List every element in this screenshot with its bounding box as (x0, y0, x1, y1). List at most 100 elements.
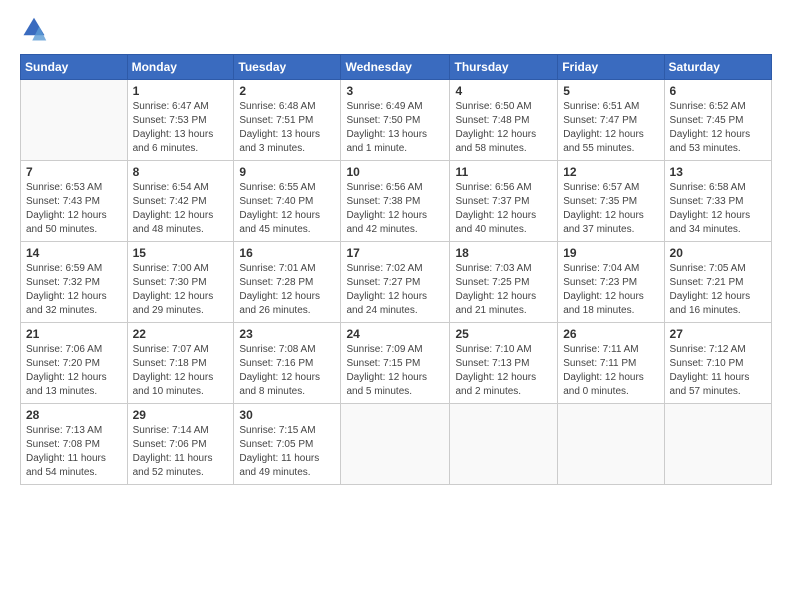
day-number: 21 (26, 327, 122, 341)
calendar-cell: 1 Sunrise: 6:47 AMSunset: 7:53 PMDaylight… (127, 80, 234, 161)
day-info: Sunrise: 6:50 AMSunset: 7:48 PMDaylight:… (455, 100, 552, 156)
weekday-header: Wednesday (341, 55, 450, 80)
calendar-cell: 12 Sunrise: 6:57 AMSunset: 7:35 PMDayligh… (558, 161, 664, 242)
day-info: Sunrise: 6:56 AMSunset: 7:38 PMDaylight:… (346, 181, 444, 237)
calendar-week: 28 Sunrise: 7:13 AMSunset: 7:08 PMDayligh… (21, 404, 772, 485)
day-number: 20 (670, 246, 766, 260)
logo (20, 16, 52, 44)
day-number: 3 (346, 84, 444, 98)
day-info: Sunrise: 6:47 AMSunset: 7:53 PMDaylight:… (133, 100, 229, 156)
day-info: Sunrise: 7:06 AMSunset: 7:20 PMDaylight:… (26, 343, 122, 399)
page: SundayMondayTuesdayWednesdayThursdayFrid… (0, 0, 792, 612)
day-info: Sunrise: 7:03 AMSunset: 7:25 PMDaylight:… (455, 262, 552, 318)
day-info: Sunrise: 7:13 AMSunset: 7:08 PMDaylight:… (26, 424, 122, 480)
day-info: Sunrise: 6:51 AMSunset: 7:47 PMDaylight:… (563, 100, 658, 156)
day-number: 14 (26, 246, 122, 260)
calendar-cell (341, 404, 450, 485)
calendar-cell: 5Sunrise: 6:51 AMSunset: 7:47 PMDaylight… (558, 80, 664, 161)
calendar-cell: 29 Sunrise: 7:14 AMSunset: 7:06 PMDayligh… (127, 404, 234, 485)
day-number: 16 (239, 246, 335, 260)
calendar-cell: 15 Sunrise: 7:00 AMSunset: 7:30 PMDayligh… (127, 242, 234, 323)
calendar-cell: 13Sunrise: 6:58 AMSunset: 7:33 PMDayligh… (664, 161, 771, 242)
day-info: Sunrise: 6:56 AMSunset: 7:37 PMDaylight:… (455, 181, 552, 237)
calendar-cell: 30Sunrise: 7:15 AMSunset: 7:05 PMDayligh… (234, 404, 341, 485)
calendar-cell: 27 Sunrise: 7:12 AMSunset: 7:10 PMDayligh… (664, 323, 771, 404)
weekday-header: Sunday (21, 55, 128, 80)
day-number: 7 (26, 165, 122, 179)
calendar-cell: 10Sunrise: 6:56 AMSunset: 7:38 PMDayligh… (341, 161, 450, 242)
calendar-cell (558, 404, 664, 485)
day-number: 15 (133, 246, 229, 260)
day-number: 11 (455, 165, 552, 179)
weekday-header: Friday (558, 55, 664, 80)
calendar-cell: 2 Sunrise: 6:48 AMSunset: 7:51 PMDaylight… (234, 80, 341, 161)
header (20, 16, 772, 44)
calendar-cell: 17 Sunrise: 7:02 AMSunset: 7:27 PMDayligh… (341, 242, 450, 323)
calendar-cell: 23 Sunrise: 7:08 AMSunset: 7:16 PMDayligh… (234, 323, 341, 404)
calendar-cell: 8 Sunrise: 6:54 AMSunset: 7:42 PMDaylight… (127, 161, 234, 242)
day-info: Sunrise: 7:12 AMSunset: 7:10 PMDaylight:… (670, 343, 766, 399)
day-info: Sunrise: 6:52 AMSunset: 7:45 PMDaylight:… (670, 100, 766, 156)
day-number: 19 (563, 246, 658, 260)
day-number: 25 (455, 327, 552, 341)
calendar-cell: 4 Sunrise: 6:50 AMSunset: 7:48 PMDaylight… (450, 80, 558, 161)
day-number: 29 (133, 408, 229, 422)
calendar-cell: 28 Sunrise: 7:13 AMSunset: 7:08 PMDayligh… (21, 404, 128, 485)
day-info: Sunrise: 6:54 AMSunset: 7:42 PMDaylight:… (133, 181, 229, 237)
day-info: Sunrise: 7:10 AMSunset: 7:13 PMDaylight:… (455, 343, 552, 399)
day-info: Sunrise: 7:11 AMSunset: 7:11 PMDaylight:… (563, 343, 658, 399)
day-number: 12 (563, 165, 658, 179)
day-info: Sunrise: 6:49 AMSunset: 7:50 PMDaylight:… (346, 100, 444, 156)
calendar-cell: 24 Sunrise: 7:09 AMSunset: 7:15 PMDayligh… (341, 323, 450, 404)
weekday-header: Tuesday (234, 55, 341, 80)
calendar-cell: 14 Sunrise: 6:59 AMSunset: 7:32 PMDayligh… (21, 242, 128, 323)
calendar-cell: 11 Sunrise: 6:56 AMSunset: 7:37 PMDayligh… (450, 161, 558, 242)
day-info: Sunrise: 7:00 AMSunset: 7:30 PMDaylight:… (133, 262, 229, 318)
day-number: 24 (346, 327, 444, 341)
calendar-cell: 22 Sunrise: 7:07 AMSunset: 7:18 PMDayligh… (127, 323, 234, 404)
weekday-header: Saturday (664, 55, 771, 80)
day-info: Sunrise: 6:48 AMSunset: 7:51 PMDaylight:… (239, 100, 335, 156)
day-number: 27 (670, 327, 766, 341)
day-number: 4 (455, 84, 552, 98)
day-number: 9 (239, 165, 335, 179)
day-info: Sunrise: 7:15 AMSunset: 7:05 PMDaylight:… (239, 424, 335, 480)
calendar-cell: 25 Sunrise: 7:10 AMSunset: 7:13 PMDayligh… (450, 323, 558, 404)
day-info: Sunrise: 7:07 AMSunset: 7:18 PMDaylight:… (133, 343, 229, 399)
day-number: 28 (26, 408, 122, 422)
day-number: 26 (563, 327, 658, 341)
calendar-cell: 3 Sunrise: 6:49 AMSunset: 7:50 PMDaylight… (341, 80, 450, 161)
calendar-cell (664, 404, 771, 485)
calendar-week: 21 Sunrise: 7:06 AMSunset: 7:20 PMDayligh… (21, 323, 772, 404)
day-number: 23 (239, 327, 335, 341)
calendar-header: SundayMondayTuesdayWednesdayThursdayFrid… (21, 55, 772, 80)
calendar-week: 7 Sunrise: 6:53 AMSunset: 7:43 PMDaylight… (21, 161, 772, 242)
calendar-cell: 7 Sunrise: 6:53 AMSunset: 7:43 PMDaylight… (21, 161, 128, 242)
day-info: Sunrise: 7:01 AMSunset: 7:28 PMDaylight:… (239, 262, 335, 318)
day-info: Sunrise: 7:09 AMSunset: 7:15 PMDaylight:… (346, 343, 444, 399)
calendar-cell: 26 Sunrise: 7:11 AMSunset: 7:11 PMDayligh… (558, 323, 664, 404)
calendar-week: 14 Sunrise: 6:59 AMSunset: 7:32 PMDayligh… (21, 242, 772, 323)
calendar-cell: 19 Sunrise: 7:04 AMSunset: 7:23 PMDayligh… (558, 242, 664, 323)
day-info: Sunrise: 7:14 AMSunset: 7:06 PMDaylight:… (133, 424, 229, 480)
day-info: Sunrise: 7:08 AMSunset: 7:16 PMDaylight:… (239, 343, 335, 399)
calendar-body: 1 Sunrise: 6:47 AMSunset: 7:53 PMDaylight… (21, 80, 772, 485)
day-info: Sunrise: 6:53 AMSunset: 7:43 PMDaylight:… (26, 181, 122, 237)
day-number: 2 (239, 84, 335, 98)
day-info: Sunrise: 6:59 AMSunset: 7:32 PMDaylight:… (26, 262, 122, 318)
day-number: 13 (670, 165, 766, 179)
day-number: 1 (133, 84, 229, 98)
day-number: 22 (133, 327, 229, 341)
calendar-cell: 16 Sunrise: 7:01 AMSunset: 7:28 PMDayligh… (234, 242, 341, 323)
calendar-cell: 6Sunrise: 6:52 AMSunset: 7:45 PMDaylight… (664, 80, 771, 161)
day-number: 17 (346, 246, 444, 260)
calendar-cell: 18 Sunrise: 7:03 AMSunset: 7:25 PMDayligh… (450, 242, 558, 323)
logo-icon (20, 16, 48, 44)
day-info: Sunrise: 6:57 AMSunset: 7:35 PMDaylight:… (563, 181, 658, 237)
calendar-cell (21, 80, 128, 161)
day-info: Sunrise: 7:05 AMSunset: 7:21 PMDaylight:… (670, 262, 766, 318)
day-info: Sunrise: 7:04 AMSunset: 7:23 PMDaylight:… (563, 262, 658, 318)
day-info: Sunrise: 7:02 AMSunset: 7:27 PMDaylight:… (346, 262, 444, 318)
day-number: 18 (455, 246, 552, 260)
day-number: 8 (133, 165, 229, 179)
